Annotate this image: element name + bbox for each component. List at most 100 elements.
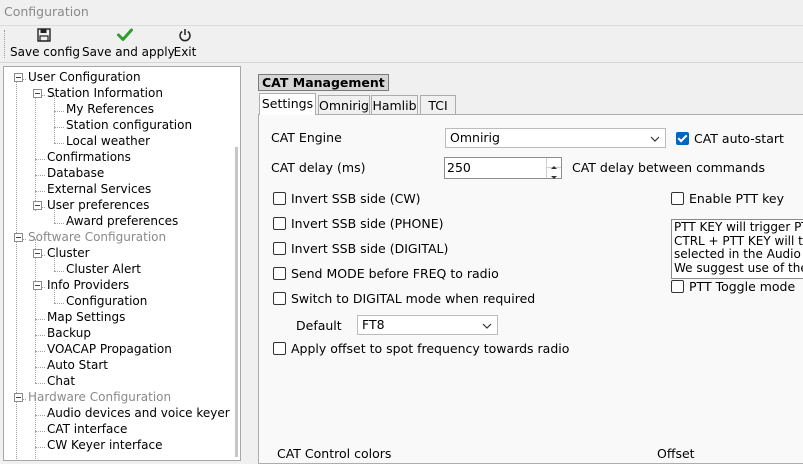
tree-item-label: VOACAP Propagation (47, 342, 172, 356)
checkbox-label: Apply offset to spot frequency towards r… (291, 341, 570, 356)
tree-item-my-references[interactable]: My References (66, 101, 154, 117)
checkbox-label: Invert SSB side (CW) (291, 191, 421, 206)
cat-delay-spinbox[interactable]: 250 (444, 157, 562, 179)
tree-item-award-preferences[interactable]: Award preferences (66, 213, 178, 229)
collapse-icon[interactable] (33, 89, 42, 98)
tree-item-label: Map Settings (47, 310, 126, 324)
checkbox-icon (273, 342, 286, 355)
tree-item-software-configuration[interactable]: Software Configuration (14, 229, 166, 245)
cat-delay-label: CAT delay (ms) (271, 160, 366, 175)
tree-item-hardware-configuration[interactable]: Hardware Configuration (14, 389, 172, 405)
ptt-info-line: CTRL + PTT KEY will tri (674, 233, 803, 248)
settings-tree[interactable]: User Configuration Station Information M… (3, 66, 241, 461)
tree-connector (54, 223, 64, 224)
tree-item-label: Cluster Alert (66, 262, 141, 276)
tree-item-backup[interactable]: Backup (47, 325, 91, 341)
tree-item-local-weather[interactable]: Local weather (66, 133, 150, 149)
tree-item-auto-start[interactable]: Auto Start (47, 357, 108, 373)
tree-item-label: Configuration (66, 294, 148, 308)
tree-item-cluster-alert[interactable]: Cluster Alert (66, 261, 141, 277)
checkbox-label: Send MODE before FREQ to radio (291, 266, 499, 281)
spin-down-arrow-icon[interactable] (547, 168, 561, 179)
offset-group-title: Offset (657, 446, 695, 461)
tree-item-map-settings[interactable]: Map Settings (47, 309, 125, 325)
cat-control-colors-group-title: CAT Control colors (277, 446, 392, 461)
tree-item-voacap-propagation[interactable]: VOACAP Propagation (47, 341, 172, 357)
spin-up-arrow-icon[interactable] (547, 158, 561, 169)
tree-connector (54, 271, 64, 272)
collapse-icon[interactable] (33, 281, 42, 290)
tree-item-label: Audio devices and voice keyer (47, 406, 230, 420)
cat-engine-select[interactable]: Omnirig (445, 128, 666, 148)
tree-item-audio-devices[interactable]: Audio devices and voice keyer (47, 405, 230, 421)
tree-item-station-configuration[interactable]: Station configuration (66, 117, 192, 133)
tree-item-confirmations[interactable]: Confirmations (47, 149, 131, 165)
collapse-icon[interactable] (33, 201, 42, 210)
toolbar-grip[interactable] (4, 30, 7, 58)
ptt-info-textbox[interactable]: PTT KEY will trigger PT CTRL + PTT KEY w… (671, 219, 803, 279)
collapse-icon[interactable] (33, 249, 42, 258)
checkbox-label: Invert SSB side (DIGITAL) (291, 241, 449, 256)
tree-item-label: User preferences (47, 198, 150, 212)
default-mode-label: Default (296, 318, 342, 333)
tree-connector (35, 367, 45, 368)
save-and-apply-button[interactable]: Save and apply (82, 26, 175, 62)
tree-connector (54, 127, 64, 128)
tree-connector (54, 143, 64, 144)
tree-connector (35, 351, 45, 352)
ptt-info-line: selected in the Audio C (674, 247, 803, 261)
default-mode-value: FT8 (362, 317, 385, 332)
collapse-icon[interactable] (14, 233, 23, 242)
default-mode-select[interactable]: FT8 (357, 315, 498, 335)
tree-item-cat-interface[interactable]: CAT interface (47, 421, 127, 437)
tree-item-label: My References (66, 102, 154, 116)
tab-omnirig[interactable]: Omnirig (318, 95, 370, 114)
cat-delay-description: CAT delay between commands (572, 160, 765, 175)
green-checkmark-icon (82, 28, 168, 44)
tree-item-label: Backup (47, 326, 91, 340)
tree-scrollbar[interactable] (235, 147, 238, 457)
tree-item-station-information[interactable]: Station Information (33, 85, 163, 101)
tree-item-label: Station configuration (66, 118, 193, 132)
tree-item-user-configuration[interactable]: User Configuration (14, 69, 141, 85)
tree-connector (35, 319, 45, 320)
tree-connector (35, 95, 36, 211)
tree-item-label: Hardware Configuration (28, 390, 172, 404)
tree-connector (54, 303, 64, 304)
chevron-down-icon (482, 318, 492, 336)
cat-autostart-label: CAT auto-start (694, 131, 784, 146)
save-config-button[interactable]: Save config (10, 26, 80, 62)
tree-item-label: Info Providers (47, 278, 130, 292)
checkbox-icon (273, 292, 286, 305)
chevron-down-icon (650, 131, 660, 149)
cat-engine-value: Omnirig (450, 130, 500, 145)
collapse-icon[interactable] (14, 393, 23, 402)
collapse-icon[interactable] (14, 73, 23, 82)
save-and-apply-label: Save and apply (82, 45, 175, 59)
tree-item-database[interactable]: Database (47, 165, 104, 181)
tree-connector (35, 175, 45, 176)
tree-connector (35, 399, 36, 460)
tree-connector (35, 431, 45, 432)
tree-item-cluster[interactable]: Cluster (33, 245, 90, 261)
tree-item-external-services[interactable]: External Services (47, 181, 151, 197)
settings-tab-page: CAT Engine Omnirig CAT auto-start CAT de… (258, 114, 803, 464)
tree-item-user-preferences[interactable]: User preferences (33, 197, 150, 213)
checkbox-icon (671, 280, 684, 293)
tree-item-info-providers[interactable]: Info Providers (33, 277, 130, 293)
checkbox-label: Switch to DIGITAL mode when required (291, 291, 536, 306)
tree-item-chat[interactable]: Chat (47, 373, 75, 389)
floppy-disk-icon (10, 28, 78, 44)
exit-button[interactable]: Exit (171, 26, 199, 62)
tree-item-label: Award preferences (66, 214, 179, 228)
tree-item-cw-keyer-interface[interactable]: CW Keyer interface (47, 437, 162, 453)
checkbox-checked-icon (676, 132, 689, 145)
tab-settings[interactable]: Settings (259, 93, 316, 115)
ptt-info-line: PTT KEY will trigger PT (674, 220, 803, 234)
tab-hamlib[interactable]: Hamlib (371, 95, 418, 114)
tab-tci[interactable]: TCI (420, 95, 456, 114)
tree-item-label: Cluster (47, 246, 90, 260)
tree-connector (35, 447, 45, 448)
checkbox-icon (273, 217, 286, 230)
tree-item-configuration[interactable]: Configuration (66, 293, 147, 309)
